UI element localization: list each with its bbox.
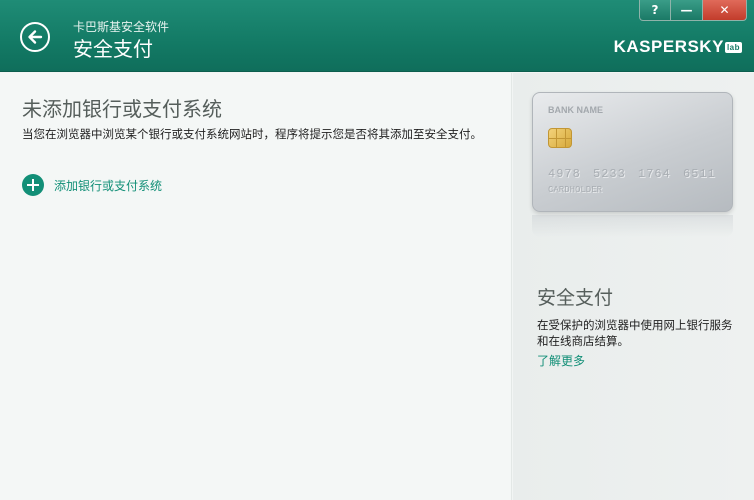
minimize-button[interactable]: — (671, 0, 703, 21)
card-number: 4978 5233 1764 6511 (548, 167, 716, 181)
card-chip-icon (548, 128, 572, 148)
empty-state-title: 未添加银行或支付系统 (22, 97, 222, 121)
back-arrow-icon (28, 30, 43, 44)
brand-name: KASPERSKY (613, 37, 724, 56)
empty-state-description: 当您在浏览器中浏览某个银行或支付系统网站时，程序将提示您是否将其添加至安全支付。 (22, 127, 482, 141)
info-sidebar: BANK NAME 4978 5233 1764 6511 CARDHOLDER… (513, 73, 754, 500)
card-holder: CARDHOLDER (548, 185, 603, 195)
learn-more-link[interactable]: 了解更多 (537, 352, 585, 369)
plus-circle-icon (22, 174, 44, 196)
add-bank-link[interactable]: 添加银行或支付系统 (22, 174, 162, 196)
title-bar: 卡巴斯基安全软件 安全支付 ? — ✕ KASPERSKY lab (0, 0, 754, 72)
brand-logo: KASPERSKY lab (614, 37, 742, 57)
close-button[interactable]: ✕ (703, 0, 747, 21)
side-description: 在受保护的浏览器中使用网上银行服务和在线商店结算。 (537, 318, 733, 348)
side-title: 安全支付 (537, 287, 614, 309)
add-bank-label: 添加银行或支付系统 (54, 178, 163, 193)
main-panel: 未添加银行或支付系统 当您在浏览器中浏览某个银行或支付系统网站时，程序将提示您是… (0, 73, 512, 500)
card-bank-name: BANK NAME (548, 105, 603, 115)
bank-card-illustration: BANK NAME 4978 5233 1764 6511 CARDHOLDER (532, 92, 733, 212)
help-button[interactable]: ? (639, 0, 671, 21)
page-title: 安全支付 (73, 37, 153, 61)
card-reflection (532, 215, 733, 237)
back-button[interactable] (20, 22, 50, 52)
brand-lab-badge: lab (724, 42, 742, 54)
window-controls: ? — ✕ (639, 0, 747, 21)
